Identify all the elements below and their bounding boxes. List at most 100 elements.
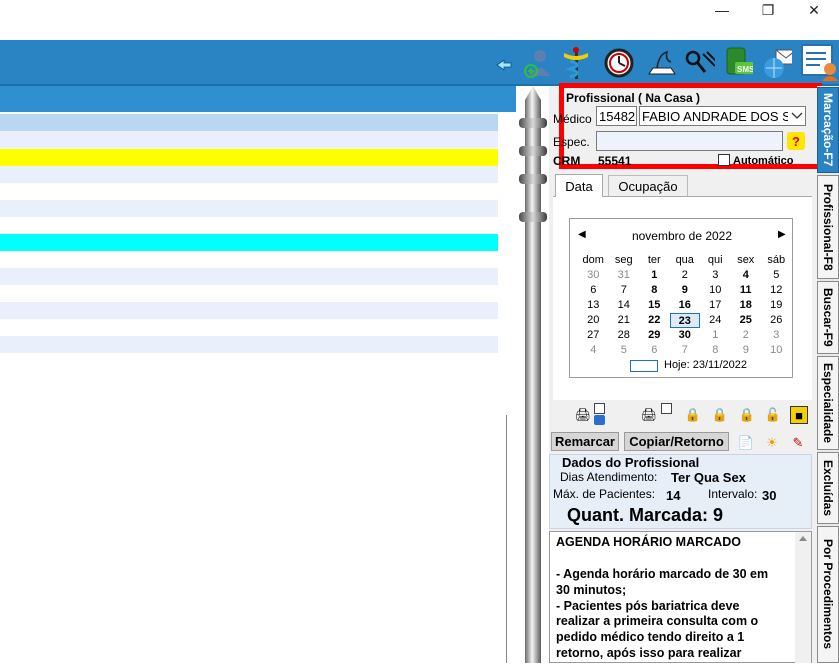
remarcar-button[interactable]: Remarcar: [551, 432, 619, 451]
copiar-retorno-button[interactable]: Copiar/Retorno: [624, 432, 729, 451]
document-sign-icon[interactable]: [645, 44, 677, 82]
restore-icon[interactable]: ❐: [745, 0, 791, 20]
printer-icon[interactable]: 🖨: [640, 406, 658, 424]
back-arrow-icon[interactable]: [488, 46, 520, 84]
calendar-today-label[interactable]: Hoje: 23/11/2022: [664, 359, 747, 371]
calendar-day[interactable]: 30: [670, 328, 701, 343]
panel-splitter[interactable]: [516, 86, 550, 663]
calendar-day[interactable]: 2: [670, 268, 701, 283]
calendar-day[interactable]: 5: [761, 268, 792, 283]
calendar-day[interactable]: 8: [639, 283, 670, 298]
calendar-day[interactable]: 25: [731, 313, 762, 328]
calendar-day[interactable]: 5: [609, 343, 640, 358]
table-row[interactable]: [0, 319, 498, 336]
calendar-day[interactable]: 12: [761, 283, 792, 298]
folder-lock-icon[interactable]: ■: [790, 406, 808, 424]
calendar-day[interactable]: 20: [578, 313, 609, 328]
table-row[interactable]: [0, 302, 498, 319]
calendar-day[interactable]: 15: [639, 298, 670, 313]
calendar-day[interactable]: 4: [578, 343, 609, 358]
notes-scrollbar[interactable]: [795, 532, 811, 663]
calendar-day[interactable]: 30: [578, 268, 609, 283]
calendar-day[interactable]: 23: [669, 313, 700, 328]
table-row-highlight-yellow[interactable]: [0, 149, 498, 166]
unlock-icon[interactable]: 🔓: [764, 406, 782, 424]
tools-icon[interactable]: [683, 44, 715, 82]
table-row[interactable]: [0, 268, 498, 285]
table-row[interactable]: [0, 131, 498, 148]
calendar-day[interactable]: 9: [670, 283, 701, 298]
lock-person-icon[interactable]: 🔒: [684, 406, 702, 424]
table-row[interactable]: [0, 200, 498, 217]
chevron-down-icon[interactable]: [788, 107, 805, 125]
calendar-day[interactable]: 19: [761, 298, 792, 313]
minimize-icon[interactable]: —: [699, 0, 745, 20]
calendar-day[interactable]: 9: [731, 343, 762, 358]
next-month-icon[interactable]: ▶: [778, 229, 786, 240]
document-icon[interactable]: 📄: [737, 434, 755, 452]
calendar-day[interactable]: 10: [761, 343, 792, 358]
calendar-day[interactable]: 28: [609, 328, 640, 343]
table-row-highlight-cyan[interactable]: [0, 234, 498, 251]
calendar-day[interactable]: 31: [609, 268, 640, 283]
table-row[interactable]: [0, 183, 498, 200]
vtab-excluidas[interactable]: Excluídas: [817, 452, 839, 524]
calendar-day[interactable]: 4: [731, 268, 762, 283]
help-question-icon[interactable]: ?: [787, 132, 805, 150]
calendar-day[interactable]: 1: [639, 268, 670, 283]
table-row[interactable]: [0, 285, 498, 302]
calendar-day[interactable]: 2: [731, 328, 762, 343]
calendar-day[interactable]: 18: [731, 298, 762, 313]
medico-code-field[interactable]: 15482: [596, 106, 637, 126]
tab-data[interactable]: Data: [555, 174, 603, 197]
calendar-day[interactable]: 29: [639, 328, 670, 343]
month-calendar[interactable]: ◀ novembro de 2022 ▶ dom seg ter qua qui…: [569, 218, 793, 378]
calendar-day[interactable]: 6: [639, 343, 670, 358]
scrollbar-track[interactable]: [506, 415, 507, 663]
calendar-day[interactable]: 6: [578, 283, 609, 298]
automatico-checkbox[interactable]: [718, 154, 730, 166]
calendar-day[interactable]: 7: [670, 343, 701, 358]
lock-icon[interactable]: 🔒: [738, 406, 756, 424]
calendar-day[interactable]: 26: [761, 313, 792, 328]
calendar-day[interactable]: 3: [761, 328, 792, 343]
tab-ocupacao[interactable]: Ocupação: [608, 175, 688, 196]
sms-phone-icon[interactable]: SMS: [721, 42, 753, 80]
vtab-buscar[interactable]: Buscar-F9: [817, 281, 839, 354]
clock-icon[interactable]: [603, 44, 635, 82]
espec-field[interactable]: [596, 131, 783, 151]
calendar-day[interactable]: 17: [700, 298, 731, 313]
print-option-checkbox[interactable]: [661, 403, 672, 414]
table-row[interactable]: [0, 217, 498, 234]
printer-icon[interactable]: 🖨: [574, 406, 592, 424]
table-row[interactable]: [0, 114, 498, 131]
vtab-especialidade[interactable]: Especialidade: [817, 356, 839, 450]
table-row[interactable]: [0, 336, 498, 353]
calendar-day[interactable]: 7: [609, 283, 640, 298]
user-add-icon[interactable]: [520, 44, 552, 82]
lock-flag-icon[interactable]: 🔒: [711, 406, 729, 424]
vtab-marcacao[interactable]: Marcação-F7: [817, 87, 839, 173]
medical-caduceus-icon[interactable]: [560, 44, 592, 82]
calendar-day[interactable]: 3: [700, 268, 731, 283]
calendar-day[interactable]: 22: [639, 313, 670, 328]
calendar-day[interactable]: 16: [670, 298, 701, 313]
calendar-day[interactable]: 10: [700, 283, 731, 298]
sun-icon[interactable]: ☀: [763, 434, 781, 452]
calendar-day[interactable]: 8: [700, 343, 731, 358]
email-globe-icon[interactable]: [760, 44, 792, 82]
calendar-day[interactable]: 14: [609, 298, 640, 313]
medico-name-select[interactable]: FABIO ANDRADE DOS S: [639, 106, 806, 126]
print-option-checkbox[interactable]: [594, 403, 605, 414]
calendar-day[interactable]: 11: [731, 283, 762, 298]
calendar-day[interactable]: 27: [578, 328, 609, 343]
table-row[interactable]: [0, 251, 498, 268]
calendar-day[interactable]: 1: [700, 328, 731, 343]
doctor-report-icon[interactable]: [800, 42, 838, 81]
calendar-day[interactable]: 24: [700, 313, 731, 328]
vtab-profissional[interactable]: Profissional-F8: [817, 175, 839, 279]
vtab-por-procedimentos[interactable]: Por Procedimentos: [817, 526, 839, 663]
close-icon[interactable]: ✕: [791, 0, 837, 20]
eraser-icon[interactable]: ✎: [789, 434, 807, 452]
table-row[interactable]: [0, 166, 498, 183]
